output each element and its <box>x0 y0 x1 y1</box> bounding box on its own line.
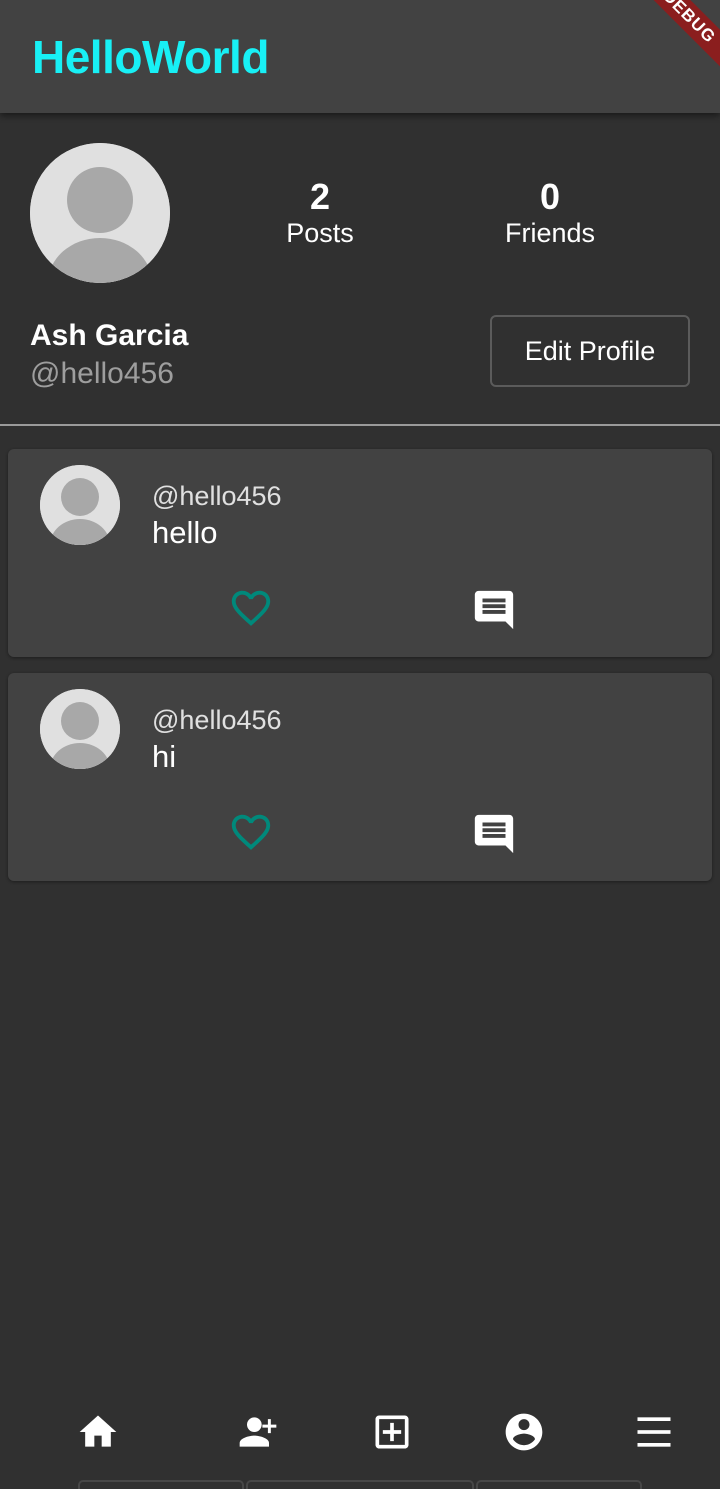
nav-add-post[interactable] <box>370 1410 414 1454</box>
heart-outline-icon <box>231 590 271 626</box>
friends-count: 0 <box>539 176 561 217</box>
friends-label: Friends <box>504 218 596 248</box>
like-button[interactable] <box>226 809 276 855</box>
default-avatar-icon <box>40 465 120 545</box>
post-avatar[interactable] <box>40 689 120 769</box>
default-avatar-icon <box>40 689 120 769</box>
nav-indicator-segment <box>246 1480 474 1489</box>
profile-avatar[interactable] <box>30 143 170 283</box>
friends-stat[interactable]: 0 Friends <box>480 177 620 249</box>
nav-profile[interactable] <box>502 1410 546 1454</box>
post-avatar[interactable] <box>40 465 120 545</box>
nav-indicator-segment <box>476 1480 642 1489</box>
menu-icon <box>637 1417 671 1447</box>
post-card: @hello456 hi <box>8 673 712 881</box>
posts-stat: 2 Posts <box>260 177 380 249</box>
add-box-icon <box>375 1415 409 1449</box>
post-handle: @hello456 <box>152 705 282 735</box>
post-text: hi <box>152 739 177 774</box>
comment-icon <box>474 590 514 630</box>
profile-name: Ash Garcia <box>30 319 189 352</box>
nav-menu[interactable] <box>632 1410 676 1454</box>
default-avatar-icon <box>30 143 170 283</box>
posts-count: 2 <box>309 176 331 217</box>
edit-profile-button[interactable]: Edit Profile <box>490 315 690 387</box>
heart-outline-icon <box>231 814 271 850</box>
comment-button[interactable] <box>470 587 518 633</box>
post-handle: @hello456 <box>152 481 282 511</box>
post-text: hello <box>152 515 218 550</box>
divider <box>0 424 720 426</box>
nav-home[interactable] <box>76 1410 120 1454</box>
post-card: @hello456 hello <box>8 449 712 657</box>
person-add-icon <box>239 1417 277 1447</box>
posts-label: Posts <box>286 218 354 248</box>
comment-button[interactable] <box>470 811 518 857</box>
account-circle-icon <box>505 1413 543 1451</box>
app-bar: HelloWorld <box>0 0 720 113</box>
app-title: HelloWorld <box>32 31 269 83</box>
bottom-nav <box>0 1400 720 1489</box>
comment-icon <box>474 814 514 854</box>
nav-add-friend[interactable] <box>236 1410 280 1454</box>
profile-handle: @hello456 <box>30 357 174 390</box>
nav-indicator-segment <box>78 1480 244 1489</box>
home-icon <box>79 1415 117 1447</box>
profile-header: 2 Posts 0 Friends Ash Garcia @hello456 E… <box>0 113 720 425</box>
nav-indicator <box>0 1480 720 1489</box>
like-button[interactable] <box>226 585 276 631</box>
